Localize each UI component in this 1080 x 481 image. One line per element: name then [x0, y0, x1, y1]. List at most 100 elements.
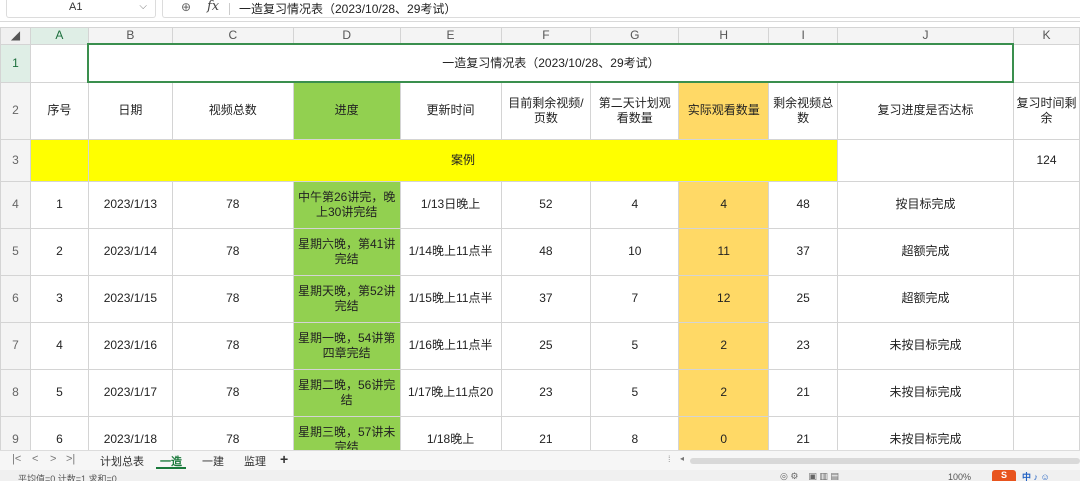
cell-update-time[interactable]: 1/14晚上11点半 — [399, 227, 502, 276]
header-cell[interactable]: 剩余视频总数 — [768, 81, 839, 140]
column-header[interactable]: I — [768, 27, 839, 45]
cell-total[interactable]: 78 — [171, 368, 294, 417]
cell-progress[interactable]: 星期二晚，56讲完结 — [292, 368, 401, 417]
zoom-icon[interactable]: ⊕ — [181, 0, 191, 14]
cell-status[interactable]: 超额完成 — [837, 274, 1014, 323]
sheet-tab-yizao[interactable]: 一造 — [156, 453, 186, 469]
header-cell[interactable]: 序号 — [29, 81, 89, 140]
scroll-divider-icon[interactable]: ⁞ — [668, 454, 671, 464]
cell-date[interactable]: 2023/1/17 — [87, 368, 173, 417]
cell-actual[interactable]: 2 — [678, 368, 770, 417]
row-header[interactable]: 6 — [0, 274, 31, 323]
cell-seq[interactable]: 4 — [29, 321, 89, 370]
cell-update-time[interactable]: 1/17晚上11点20 — [399, 368, 502, 417]
cell-plan[interactable]: 7 — [590, 274, 680, 323]
cell-actual[interactable]: 4 — [678, 180, 770, 229]
cell-plan[interactable]: 5 — [590, 368, 680, 417]
cell-time-left[interactable] — [1012, 227, 1080, 276]
select-all-corner[interactable]: ◢ — [0, 27, 31, 45]
dropdown-icon[interactable]: ⌵ — [139, 1, 147, 12]
cell-date[interactable]: 2023/1/16 — [87, 321, 173, 370]
cell-remaining[interactable]: 48 — [500, 227, 592, 276]
cell-remaining-total[interactable]: 23 — [768, 321, 839, 370]
cell-status[interactable]: 未按目标完成 — [837, 321, 1014, 370]
header-cell[interactable]: 复习时间剩余 — [1012, 81, 1080, 140]
row-header[interactable]: 7 — [0, 321, 31, 370]
cell-remaining[interactable]: 37 — [500, 274, 592, 323]
cell-seq[interactable]: 3 — [29, 274, 89, 323]
column-header[interactable]: D — [292, 27, 401, 45]
first-sheet-icon[interactable]: |< — [12, 453, 21, 465]
row-header[interactable]: 8 — [0, 368, 31, 417]
formula-input-area[interactable]: ⊕ fx 一造复习情况表（2023/10/28、29考试） — [162, 0, 1080, 18]
row-header[interactable]: 2 — [0, 81, 31, 140]
name-box[interactable]: A1 ⌵ — [6, 0, 156, 18]
cell-time-left[interactable] — [1012, 180, 1080, 229]
cell-actual[interactable]: 2 — [678, 321, 770, 370]
header-cell[interactable]: 实际观看数量 — [678, 81, 770, 140]
cell-seq[interactable]: 1 — [29, 180, 89, 229]
cell-time-left[interactable] — [1012, 321, 1080, 370]
ime-logo-icon[interactable]: S — [992, 470, 1016, 481]
column-header[interactable]: F — [500, 27, 592, 45]
cell-progress[interactable]: 星期天晚，第52讲完结 — [292, 274, 401, 323]
title-cell[interactable]: 一造复习情况表（2023/10/28、29考试） — [87, 43, 1015, 83]
cell-remaining-total[interactable]: 48 — [768, 180, 839, 229]
cell-remaining[interactable]: 52 — [500, 180, 592, 229]
cell[interactable] — [1012, 43, 1080, 83]
view-mode-icons[interactable]: ◎ ⚙ ▣ ▥ ▤ — [780, 471, 839, 481]
cell-status[interactable]: 超额完成 — [837, 227, 1014, 276]
header-cell[interactable]: 第二天计划观看数量 — [590, 81, 680, 140]
column-header[interactable]: E — [399, 27, 502, 45]
cell-time-left[interactable] — [1012, 368, 1080, 417]
sheet-tab-yijian[interactable]: 一建 — [198, 453, 228, 469]
example-label-cell[interactable]: 案例 — [87, 138, 839, 182]
last-sheet-icon[interactable]: >| — [66, 453, 75, 465]
header-cell[interactable]: 目前剩余视频/页数 — [500, 81, 592, 140]
cell-date[interactable]: 2023/1/15 — [87, 274, 173, 323]
add-sheet-button[interactable]: + — [280, 451, 288, 467]
cell[interactable] — [837, 138, 1014, 182]
row-header[interactable]: 4 — [0, 180, 31, 229]
header-cell[interactable]: 复习进度是否达标 — [837, 81, 1014, 140]
days-remaining-cell[interactable]: 124 — [1012, 138, 1080, 182]
cell-time-left[interactable] — [1012, 274, 1080, 323]
column-header[interactable]: B — [87, 27, 173, 45]
row-header[interactable]: 5 — [0, 227, 31, 276]
formula-content[interactable]: 一造复习情况表（2023/10/28、29考试） — [239, 0, 456, 17]
sheet-tab-jianli[interactable]: 监理 — [240, 453, 270, 469]
cell-remaining[interactable]: 25 — [500, 321, 592, 370]
column-header[interactable]: A — [29, 27, 89, 45]
cell-date[interactable]: 2023/1/13 — [87, 180, 173, 229]
header-cell[interactable]: 进度 — [292, 81, 401, 140]
cell-plan[interactable]: 10 — [590, 227, 680, 276]
cell-seq[interactable]: 2 — [29, 227, 89, 276]
header-cell[interactable]: 日期 — [87, 81, 173, 140]
cell-update-time[interactable]: 1/15晚上11点半 — [399, 274, 502, 323]
cell-progress[interactable]: 中午第26讲完，晚上30讲完结 — [292, 180, 401, 229]
cell[interactable] — [29, 138, 89, 182]
cell-total[interactable]: 78 — [171, 180, 294, 229]
prev-sheet-icon[interactable]: < — [32, 453, 38, 465]
cell-total[interactable]: 78 — [171, 227, 294, 276]
cell-progress[interactable]: 星期六晚，第41讲完结 — [292, 227, 401, 276]
scroll-left-icon[interactable]: ◂ — [680, 454, 684, 463]
cell-remaining[interactable]: 23 — [500, 368, 592, 417]
cell-total[interactable]: 78 — [171, 321, 294, 370]
zoom-level[interactable]: 100% — [948, 472, 971, 481]
sheet-tab-plan[interactable]: 计划总表 — [96, 453, 148, 469]
next-sheet-icon[interactable]: > — [50, 453, 56, 465]
cell[interactable] — [29, 43, 89, 83]
ime-toolbar[interactable]: 中 ♪ ☺ — [1022, 470, 1050, 481]
cell-remaining-total[interactable]: 25 — [768, 274, 839, 323]
cell-actual[interactable]: 11 — [678, 227, 770, 276]
cell-plan[interactable]: 5 — [590, 321, 680, 370]
column-header[interactable]: H — [678, 27, 770, 45]
column-header[interactable]: C — [171, 27, 294, 45]
cell-progress[interactable]: 星期一晚，54讲第四章完结 — [292, 321, 401, 370]
cell-seq[interactable]: 5 — [29, 368, 89, 417]
header-cell[interactable]: 视频总数 — [171, 81, 294, 140]
cell-remaining-total[interactable]: 37 — [768, 227, 839, 276]
cell-remaining-total[interactable]: 21 — [768, 368, 839, 417]
row-header[interactable]: 3 — [0, 138, 31, 182]
